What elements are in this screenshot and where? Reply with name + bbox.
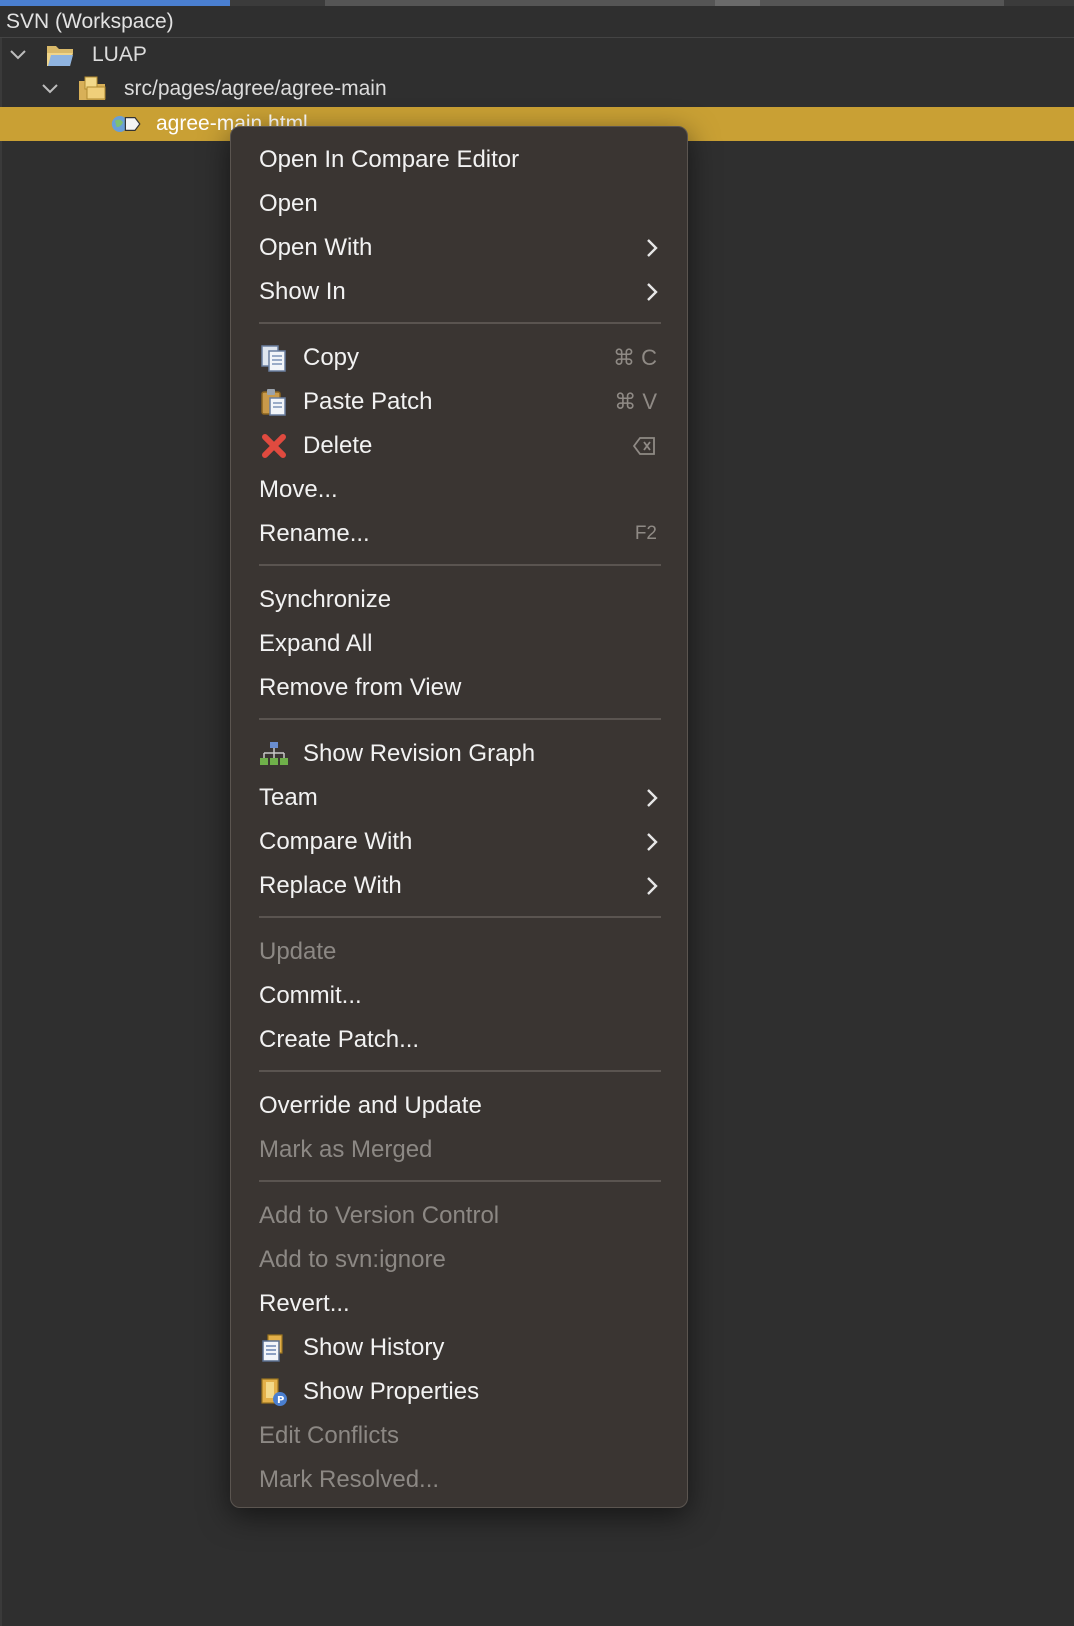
menu-item-label: Open With (259, 234, 373, 261)
menu-item-replace-with[interactable]: Replace With (231, 866, 687, 906)
chevron-right-icon (647, 877, 658, 895)
revision-graph-icon (260, 742, 288, 765)
svg-text:P: P (277, 1395, 284, 1406)
menu-item-label: Show History (303, 1334, 445, 1361)
menu-item-open-compare-editor[interactable]: Open In Compare Editor (231, 140, 687, 180)
menu-item-edit-conflicts: Edit Conflicts (231, 1416, 687, 1456)
menu-item-override-and-update[interactable]: Override and Update (231, 1086, 687, 1126)
copy-icon (261, 345, 286, 372)
menu-item-paste-patch[interactable]: Paste Patch ⌘ V (231, 382, 687, 422)
history-icon (262, 1334, 283, 1362)
menu-item-label: Replace With (259, 872, 402, 899)
package-folder-icon (79, 76, 106, 100)
menu-separator (259, 564, 661, 566)
menu-item-label: Mark Resolved... (259, 1466, 440, 1493)
menu-item-copy[interactable]: Copy ⌘ C (231, 338, 687, 378)
chevron-down-icon[interactable] (8, 45, 28, 65)
menu-item-label: Rename... (259, 520, 370, 547)
menu-item-compare-with[interactable]: Compare With (231, 822, 687, 862)
menu-item-label: Mark as Merged (259, 1136, 433, 1163)
menu-item-label: Compare With (259, 828, 413, 855)
tree-label-folder: src/pages/agree/agree-main (124, 77, 387, 100)
menu-item-label: Copy (303, 344, 360, 371)
menu-item-show-properties[interactable]: P Show Properties (231, 1372, 687, 1412)
menu-item-shortcut: ⌘ V (614, 389, 657, 414)
menu-item-label: Add to Version Control (259, 1202, 500, 1229)
menu-item-label: Team (259, 784, 318, 811)
tab-indicator[interactable] (325, 0, 715, 6)
menu-item-remove-from-view[interactable]: Remove from View (231, 668, 687, 708)
menu-item-revert[interactable]: Revert... (231, 1284, 687, 1324)
menu-item-label: Add to svn:ignore (259, 1246, 446, 1273)
menu-item-move[interactable]: Move... (231, 470, 687, 510)
chevron-right-icon (647, 789, 658, 807)
menu-item-label: Move... (259, 476, 338, 503)
menu-item-show-history[interactable]: Show History (231, 1328, 687, 1368)
chevron-right-icon (647, 239, 658, 257)
tab-indicator[interactable] (760, 0, 1004, 6)
html-file-icon (111, 116, 141, 132)
chevron-right-icon (647, 283, 658, 301)
menu-separator (259, 1180, 661, 1182)
menu-separator (259, 322, 661, 324)
menu-item-team[interactable]: Team (231, 778, 687, 818)
menu-item-show-in[interactable]: Show In (231, 272, 687, 312)
view-left-border (0, 38, 2, 1626)
menu-item-add-to-svn-ignore: Add to svn:ignore (231, 1240, 687, 1280)
menu-item-label: Revert... (259, 1290, 350, 1317)
menu-item-show-revision-graph[interactable]: Show Revision Graph (231, 734, 687, 774)
menu-item-label: Commit... (259, 982, 362, 1009)
svn-workspace-view: SVN (Workspace) LUAP src/pages/agree/agr… (0, 0, 1074, 1626)
menu-item-label: Update (259, 938, 337, 965)
menu-separator (259, 916, 661, 918)
menu-item-label: Paste Patch (303, 388, 433, 415)
menu-item-open-with[interactable]: Open With (231, 228, 687, 268)
menu-item-expand-all[interactable]: Expand All (231, 624, 687, 664)
menu-item-shortcut: F2 (634, 523, 657, 544)
menu-item-label: Override and Update (259, 1092, 482, 1119)
chevron-down-icon[interactable] (40, 79, 60, 99)
menu-item-label: Create Patch... (259, 1026, 420, 1053)
menu-item-commit[interactable]: Commit... (231, 976, 687, 1016)
menu-item-label: Synchronize (259, 586, 392, 613)
menu-item-label: Show Revision Graph (303, 740, 536, 767)
chevron-right-icon (647, 833, 658, 851)
menu-item-label: Delete (303, 432, 373, 459)
delete-key-icon (633, 437, 655, 455)
menu-item-synchronize[interactable]: Synchronize (231, 580, 687, 620)
view-title: SVN (Workspace) (6, 10, 174, 33)
open-folder-icon (47, 46, 73, 66)
editor-tab-strip (0, 0, 1074, 6)
menu-item-update: Update (231, 932, 687, 972)
tree-label-project: LUAP (92, 43, 147, 66)
menu-item-open[interactable]: Open (231, 184, 687, 224)
properties-icon: P (261, 1378, 287, 1406)
menu-item-label: Open (259, 190, 318, 217)
menu-item-add-to-version-control: Add to Version Control (231, 1196, 687, 1236)
tree-row-folder[interactable]: src/pages/agree/agree-main (0, 72, 1074, 106)
menu-item-rename[interactable]: Rename... F2 (231, 514, 687, 554)
menu-item-label: Remove from View (259, 674, 462, 701)
menu-separator (259, 1070, 661, 1072)
tree-row-project[interactable]: LUAP (0, 38, 1074, 72)
active-tab-indicator[interactable] (0, 0, 230, 6)
context-menu: Open In Compare Editor Open Open With Sh… (230, 126, 688, 1508)
menu-item-label: Show In (259, 278, 346, 305)
menu-item-shortcut: ⌘ C (613, 345, 657, 370)
menu-item-label: Edit Conflicts (259, 1422, 400, 1449)
paste-icon (261, 389, 286, 416)
menu-item-label: Expand All (259, 630, 373, 657)
tab-indicator[interactable] (715, 0, 760, 6)
menu-item-mark-resolved: Mark Resolved... (231, 1460, 687, 1500)
menu-separator (259, 718, 661, 720)
delete-x-icon (262, 434, 286, 458)
menu-item-create-patch[interactable]: Create Patch... (231, 1020, 687, 1060)
menu-item-label: Open In Compare Editor (259, 146, 520, 173)
menu-item-mark-as-merged: Mark as Merged (231, 1130, 687, 1170)
menu-item-label: Show Properties (303, 1378, 480, 1405)
menu-item-delete[interactable]: Delete (231, 426, 687, 466)
